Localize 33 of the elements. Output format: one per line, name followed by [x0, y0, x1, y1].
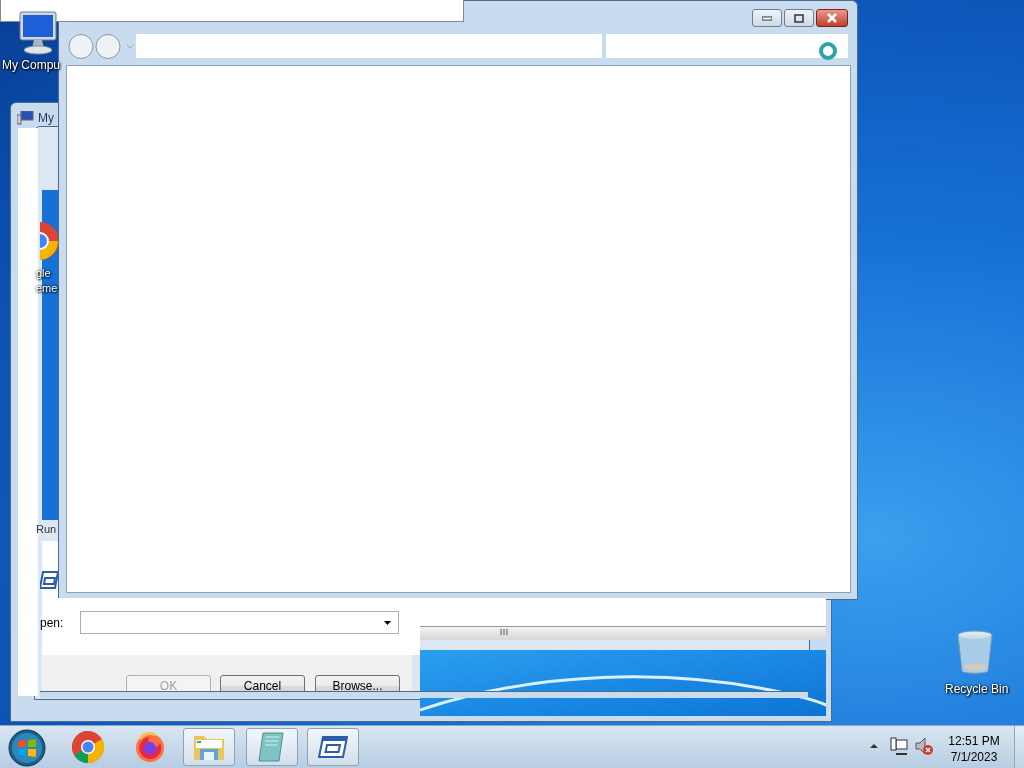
- show-hidden-icons-icon[interactable]: [869, 743, 879, 749]
- network-icon[interactable]: [890, 737, 908, 757]
- notepad-icon: [257, 731, 287, 763]
- taskbar-button[interactable]: [307, 728, 359, 766]
- back-forward-buttons[interactable]: [67, 33, 135, 60]
- clock-date[interactable]: 7/1/2023: [942, 749, 1006, 765]
- desktop-icon-label[interactable]: My Compu: [2, 58, 60, 72]
- desktop-icon-label[interactable]: Recycle Bin: [945, 682, 1009, 696]
- run-icon: [318, 735, 348, 759]
- show-desktop-button[interactable]: [1014, 726, 1024, 768]
- chrome-icon[interactable]: [71, 730, 105, 764]
- dialog-title: Run: [36, 523, 57, 535]
- muted-speaker-icon[interactable]: [914, 736, 934, 756]
- computer-icon: [17, 111, 34, 125]
- firefox-icon[interactable]: [134, 731, 166, 763]
- close-button[interactable]: [816, 9, 848, 27]
- minimize-icon: [762, 15, 772, 21]
- clock-time[interactable]: 12:51 PM: [942, 733, 1006, 749]
- maximize-icon: [794, 13, 804, 23]
- minimize-button[interactable]: [752, 9, 782, 27]
- maximize-button[interactable]: [784, 9, 814, 27]
- taskbar-button[interactable]: [183, 728, 235, 766]
- horizontal-scrollbar[interactable]: [420, 626, 826, 640]
- start-button[interactable]: [8, 729, 46, 767]
- computer-icon[interactable]: [16, 10, 60, 56]
- refresh-icon[interactable]: [818, 41, 838, 61]
- run-icon: [40, 571, 58, 589]
- scrollbar-grip-icon: [500, 628, 508, 636]
- search-box[interactable]: [606, 34, 848, 58]
- window-title: My: [38, 111, 54, 125]
- close-icon: [826, 13, 838, 23]
- open-label: pen:: [40, 616, 64, 630]
- recycle-bin-icon[interactable]: [955, 630, 995, 676]
